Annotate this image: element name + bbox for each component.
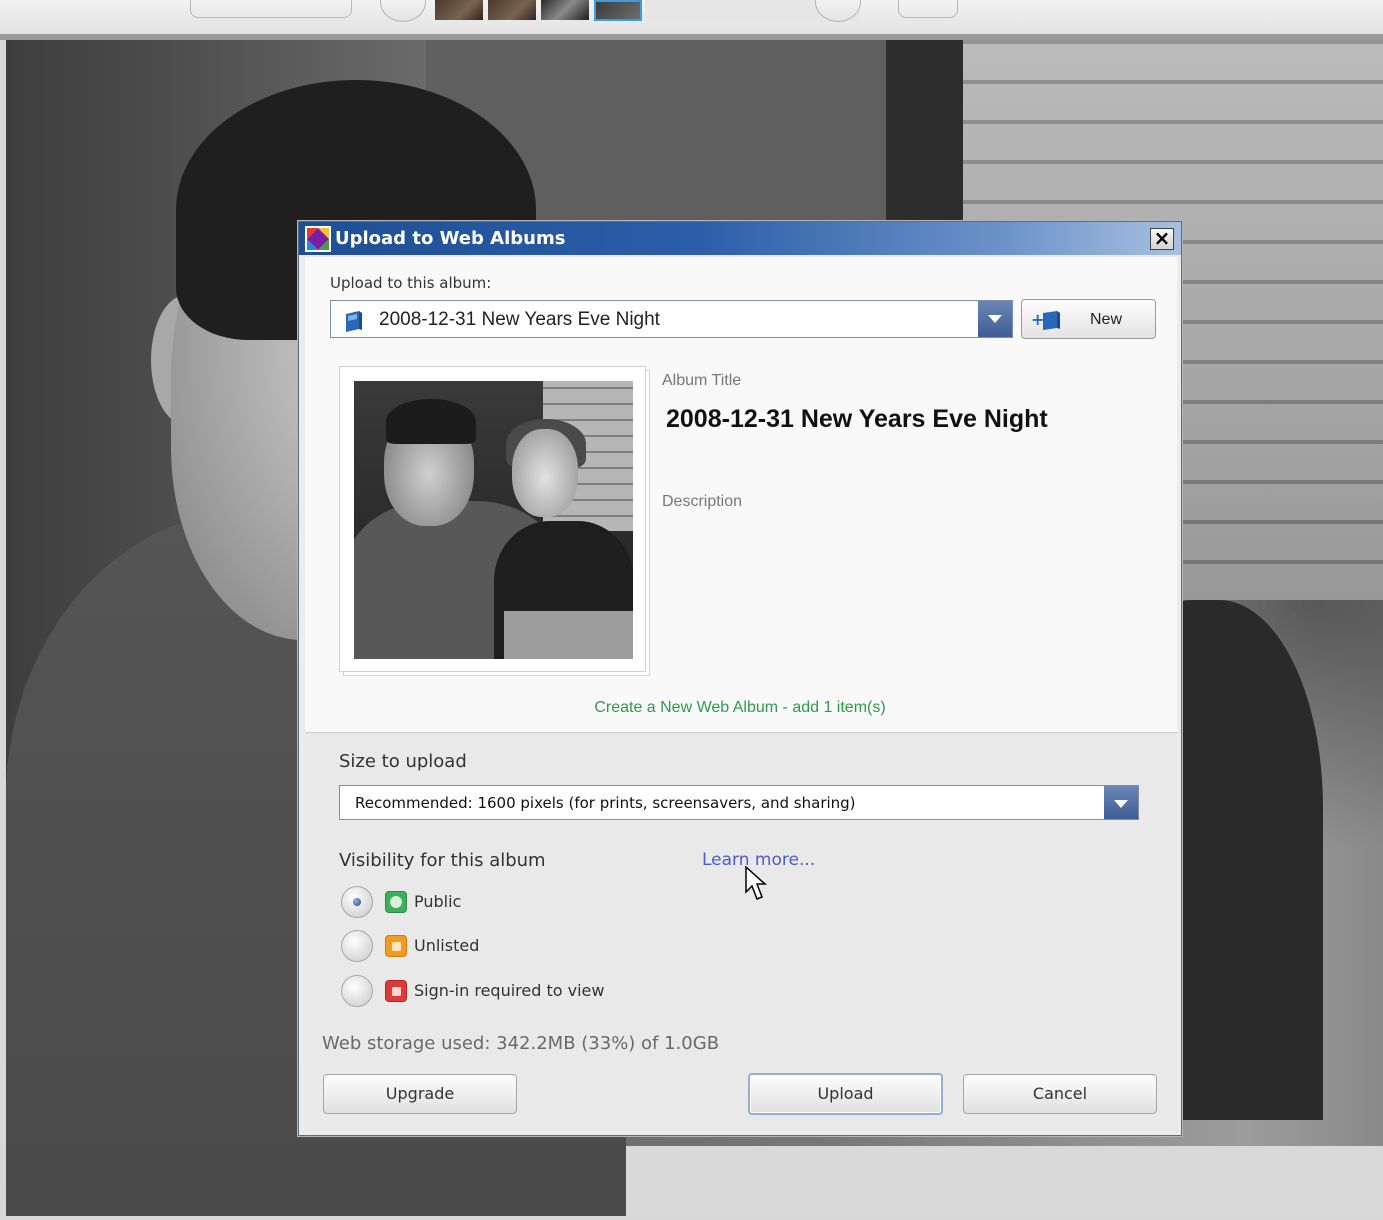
radio-signin[interactable] — [341, 975, 373, 1007]
album-dropdown-value: 2008-12-31 New Years Eve Night — [379, 309, 660, 330]
svg-text:+: + — [1031, 310, 1044, 329]
locked-padlock-icon — [385, 980, 407, 1002]
create-album-status: Create a New Web Album - add 1 item(s) — [594, 699, 886, 716]
upload-dialog: Upload to Web Albums × Upload to this al… — [298, 221, 1182, 1136]
add-album-icon: + — [1031, 310, 1060, 330]
close-icon: × — [1153, 226, 1171, 250]
visibility-option-label: Unlisted — [414, 936, 480, 955]
previous-button[interactable] — [380, 0, 426, 22]
album-book-icon — [346, 311, 362, 332]
dialog-titlebar[interactable]: Upload to Web Albums × — [299, 222, 1181, 255]
album-description-label[interactable]: Description — [662, 493, 742, 511]
album-cover-frame — [339, 366, 646, 672]
chevron-down-icon[interactable] — [1104, 786, 1138, 819]
toolbar-control[interactable] — [898, 0, 958, 18]
cover-man-hair — [386, 399, 476, 444]
cancel-button[interactable]: Cancel — [963, 1074, 1157, 1114]
dialog-title: Upload to Web Albums — [335, 228, 566, 249]
size-label: Size to upload — [339, 751, 467, 772]
visibility-option-signin[interactable]: Sign-in required to view — [341, 975, 641, 1007]
padlock-icon — [385, 935, 407, 957]
globe-icon — [385, 891, 407, 913]
radio-unlisted[interactable] — [341, 930, 373, 962]
filmstrip-thumbnail[interactable] — [435, 0, 483, 20]
size-dropdown-value: Recommended: 1600 pixels (for prints, sc… — [355, 794, 856, 812]
visibility-option-unlisted[interactable]: Unlisted — [341, 930, 641, 962]
cover-woman-head — [512, 429, 578, 517]
cover-table — [504, 611, 633, 659]
radio-public[interactable] — [341, 886, 373, 918]
visibility-label: Visibility for this album — [339, 850, 546, 871]
album-title-label: Album Title — [662, 372, 742, 389]
visibility-option-public[interactable]: Public — [341, 886, 641, 918]
filmstrip-thumbnail[interactable] — [488, 0, 536, 20]
close-button[interactable]: × — [1150, 228, 1174, 250]
photo-background-table — [626, 1146, 1383, 1216]
upgrade-button[interactable]: Upgrade — [323, 1074, 517, 1114]
toolbar-control[interactable] — [190, 0, 352, 18]
filmstrip-thumbnail-selected[interactable] — [594, 0, 642, 21]
album-title-value[interactable]: 2008-12-31 New Years Eve Night — [666, 405, 1048, 434]
new-album-label: New — [1090, 311, 1123, 328]
picasa-app-icon — [305, 226, 331, 252]
size-dropdown[interactable]: Recommended: 1600 pixels (for prints, sc… — [339, 785, 1139, 820]
album-dropdown[interactable]: 2008-12-31 New Years Eve Night — [330, 300, 1013, 338]
mouse-cursor-icon — [745, 866, 767, 900]
upload-button[interactable]: Upload — [748, 1073, 943, 1115]
storage-usage: Web storage used: 342.2MB (33%) of 1.0GB — [322, 1033, 720, 1054]
new-album-button[interactable]: + New — [1021, 299, 1156, 339]
filmstrip-toolbar — [0, 0, 1383, 40]
filmstrip-thumbnail[interactable] — [541, 0, 589, 20]
visibility-option-label: Public — [414, 892, 462, 911]
album-select-label: Upload to this album: — [330, 274, 492, 292]
album-cover-photo — [354, 381, 633, 659]
visibility-option-label: Sign-in required to view — [414, 981, 605, 1000]
chevron-down-icon[interactable] — [978, 301, 1012, 337]
